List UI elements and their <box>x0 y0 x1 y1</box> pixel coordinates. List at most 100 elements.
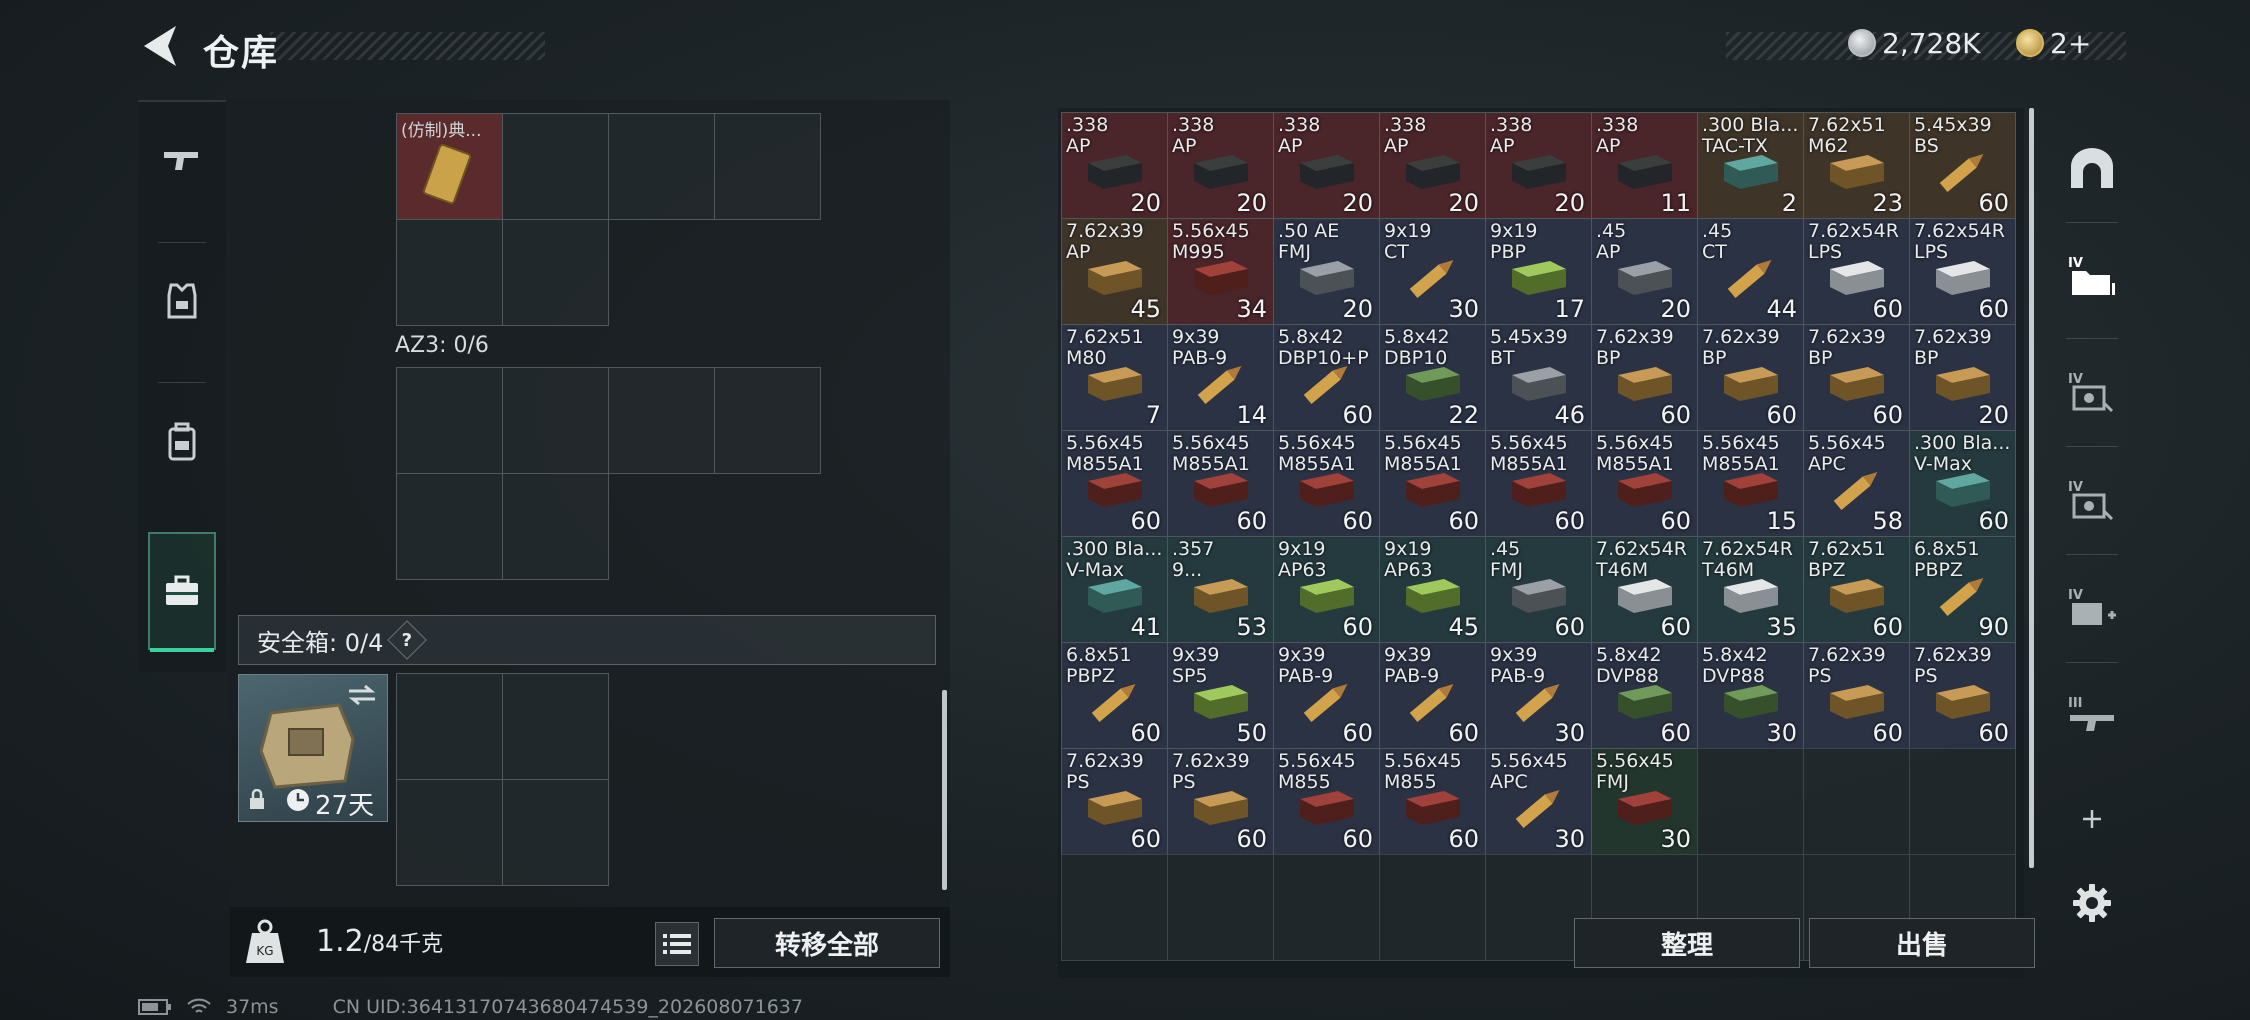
stash-item[interactable]: .338 AP 20 <box>1273 112 1380 219</box>
stash-item[interactable]: 5.8x42 DBP10+P 60 <box>1273 324 1380 431</box>
safebox-slot[interactable] <box>396 673 503 780</box>
container-slot-item[interactable]: (仿制)典... <box>396 113 503 220</box>
az3-slot[interactable] <box>396 473 503 580</box>
safebox-slot[interactable] <box>502 673 609 780</box>
stash-item[interactable]: 5.56x45 M855 60 <box>1273 748 1380 855</box>
list-view-button[interactable] <box>655 922 699 966</box>
stash-item[interactable]: 5.56x45 APC 58 <box>1803 430 1910 537</box>
stash-item[interactable]: .338 AP 20 <box>1485 112 1592 219</box>
stash-item[interactable]: 6.8x51 PBPZ 90 <box>1909 536 2016 643</box>
stash-slot-empty[interactable] <box>1379 854 1486 961</box>
back-button[interactable] <box>138 22 182 70</box>
stash-slot-empty[interactable] <box>1167 854 1274 961</box>
stash-item[interactable]: 9x19 AP63 45 <box>1379 536 1486 643</box>
tab-backpack[interactable] <box>138 382 226 500</box>
safebox-item[interactable]: 27天 <box>238 674 388 822</box>
tab-safebox[interactable] <box>148 532 216 652</box>
stash-item[interactable]: .300 Bla... V-Max 60 <box>1909 430 2016 537</box>
currency-premium[interactable]: 2+ <box>2016 26 2091 60</box>
stash-item[interactable]: 7.62x39 PS 60 <box>1803 642 1910 749</box>
stash-item[interactable]: .338 AP 20 <box>1061 112 1168 219</box>
az3-slot[interactable] <box>714 367 821 474</box>
safebox-slot[interactable] <box>502 779 609 886</box>
help-button[interactable]: ? <box>387 620 428 660</box>
stash-slot-empty[interactable] <box>1803 748 1910 855</box>
stash-item[interactable]: 7.62x54R LPS 60 <box>1909 218 2016 325</box>
sell-button[interactable]: 出售 <box>1809 918 2035 968</box>
tab-tier4-folder[interactable]: IV <box>2040 224 2144 328</box>
stash-item[interactable]: 9x39 PAB-9 60 <box>1379 642 1486 749</box>
stash-item[interactable]: 7.62x39 PS 60 <box>1061 748 1168 855</box>
stash-item[interactable]: 5.56x45 FMJ 30 <box>1591 748 1698 855</box>
stash-item[interactable]: 7.62x54R T46M 60 <box>1591 536 1698 643</box>
stash-scrollbar[interactable] <box>2029 108 2034 868</box>
stash-item[interactable]: 5.56x45 M855A1 60 <box>1485 430 1592 537</box>
transfer-all-button[interactable]: 转移全部 <box>714 918 940 968</box>
stash-item[interactable]: 7.62x39 BP 20 <box>1909 324 2016 431</box>
stash-item[interactable]: 5.56x45 M855A1 15 <box>1697 430 1804 537</box>
tab-tier4-a[interactable]: IV <box>2040 340 2144 444</box>
stash-item[interactable]: 9x19 CT 30 <box>1379 218 1486 325</box>
stash-item[interactable]: 5.56x45 M855A1 60 <box>1167 430 1274 537</box>
safebox-slot[interactable] <box>396 779 503 886</box>
stash-item[interactable]: 9x39 PAB-9 60 <box>1273 642 1380 749</box>
tab-ammo[interactable] <box>2040 116 2144 220</box>
stash-item[interactable]: 5.56x45 M855A1 60 <box>1061 430 1168 537</box>
stash-item[interactable]: 5.56x45 M855A1 60 <box>1591 430 1698 537</box>
stash-item[interactable]: 5.45x39 BS 60 <box>1909 112 2016 219</box>
stash-item[interactable]: .300 Bla... TAC-TX 2 <box>1697 112 1804 219</box>
stash-item[interactable]: .300 Bla... V-Max 41 <box>1061 536 1168 643</box>
stash-item[interactable]: .45 FMJ 60 <box>1485 536 1592 643</box>
stash-item[interactable]: 9x39 PAB-9 30 <box>1485 642 1592 749</box>
container-slot[interactable] <box>396 219 503 326</box>
stash-item[interactable]: 7.62x51 M62 23 <box>1803 112 1910 219</box>
stash-item[interactable]: 7.62x39 BP 60 <box>1591 324 1698 431</box>
stash-item[interactable]: 9x39 PAB-9 14 <box>1167 324 1274 431</box>
container-slot[interactable] <box>502 113 609 220</box>
container-slot[interactable] <box>502 219 609 326</box>
stash-item[interactable]: 5.8x42 DVP88 60 <box>1591 642 1698 749</box>
stash-item[interactable]: 5.8x42 DBP10 22 <box>1379 324 1486 431</box>
tab-weapons[interactable] <box>138 102 226 220</box>
stash-item[interactable]: .45 AP 20 <box>1591 218 1698 325</box>
stash-item[interactable]: 7.62x51 BPZ 60 <box>1803 536 1910 643</box>
container-slot[interactable] <box>714 113 821 220</box>
stash-item[interactable]: 7.62x39 PS 60 <box>1909 642 2016 749</box>
stash-item[interactable]: 6.8x51 PBPZ 60 <box>1061 642 1168 749</box>
stash-item[interactable]: 7.62x51 M80 7 <box>1061 324 1168 431</box>
tab-tier4-b[interactable]: IV <box>2040 448 2144 552</box>
stash-item[interactable]: 7.62x39 BP 60 <box>1803 324 1910 431</box>
stash-item[interactable]: 7.62x54R LPS 60 <box>1803 218 1910 325</box>
az3-slot[interactable] <box>396 367 503 474</box>
settings-button[interactable] <box>2040 868 2144 938</box>
tab-tier4-med[interactable]: IV <box>2040 556 2144 660</box>
stash-item[interactable]: 7.62x54R T46M 35 <box>1697 536 1804 643</box>
stash-slot-empty[interactable] <box>1697 748 1804 855</box>
tab-tier3-gun[interactable]: III <box>2040 664 2144 768</box>
stash-item[interactable]: 5.8x42 DVP88 30 <box>1697 642 1804 749</box>
container-scrollbar[interactable] <box>942 690 947 890</box>
stash-item[interactable]: .338 AP 20 <box>1167 112 1274 219</box>
stash-item[interactable]: 5.45x39 BT 46 <box>1485 324 1592 431</box>
swap-icon[interactable] <box>347 683 377 707</box>
stash-item[interactable]: 7.62x39 AP 45 <box>1061 218 1168 325</box>
stash-item[interactable]: 9x39 SP5 50 <box>1167 642 1274 749</box>
stash-item[interactable]: .338 AP 11 <box>1591 112 1698 219</box>
stash-item[interactable]: 7.62x39 PS 60 <box>1167 748 1274 855</box>
stash-item[interactable]: 5.56x45 APC 30 <box>1485 748 1592 855</box>
sort-button[interactable]: 整理 <box>1574 918 1800 968</box>
stash-item[interactable]: .45 CT 44 <box>1697 218 1804 325</box>
stash-item[interactable]: .357 9... 53 <box>1167 536 1274 643</box>
container-slot[interactable] <box>608 113 715 220</box>
add-tab-button[interactable] <box>2040 784 2144 854</box>
az3-slot[interactable] <box>608 367 715 474</box>
stash-item[interactable]: 5.56x45 M855A1 60 <box>1379 430 1486 537</box>
az3-slot[interactable] <box>502 367 609 474</box>
stash-slot-empty[interactable] <box>1273 854 1380 961</box>
stash-slot-empty[interactable] <box>1061 854 1168 961</box>
stash-item[interactable]: 7.62x39 BP 60 <box>1697 324 1804 431</box>
stash-item[interactable]: 9x19 AP63 60 <box>1273 536 1380 643</box>
stash-slot-empty[interactable] <box>1909 748 2016 855</box>
stash-item[interactable]: 5.56x45 M855A1 60 <box>1273 430 1380 537</box>
tab-armor[interactable] <box>138 242 226 360</box>
